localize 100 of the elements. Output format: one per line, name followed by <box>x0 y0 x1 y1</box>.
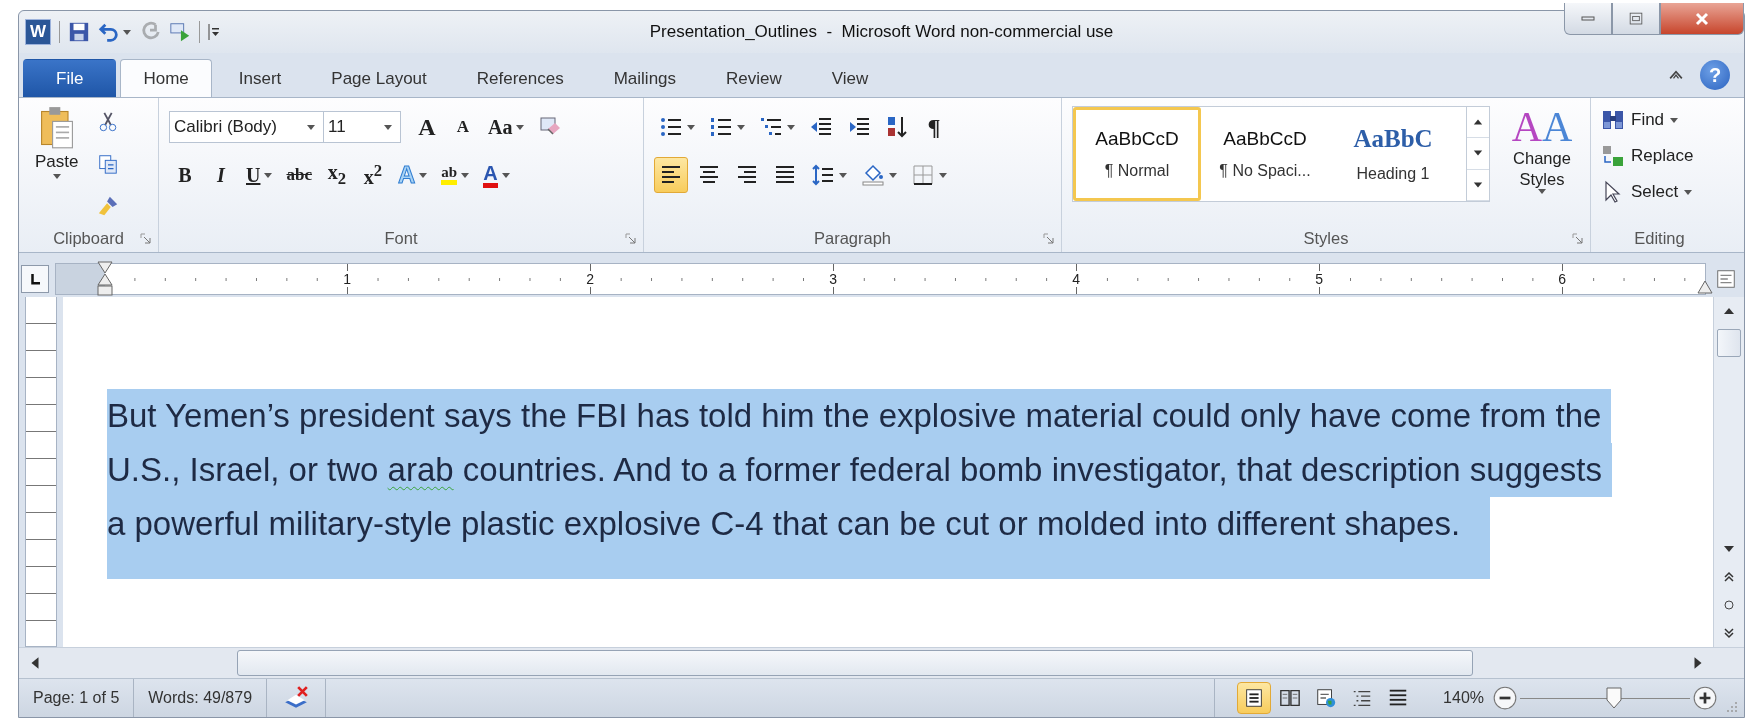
caret-icon <box>1670 117 1679 123</box>
zoom-level[interactable]: 140% <box>1443 689 1484 707</box>
double-down-arrow-icon <box>1723 627 1735 639</box>
resize-grip-icon <box>1726 701 1738 713</box>
replace-button[interactable]: Replace <box>1601 140 1728 172</box>
clipboard-icon <box>38 106 75 150</box>
scroll-thumb[interactable] <box>1717 329 1741 357</box>
caret-icon <box>384 124 392 130</box>
caret-icon <box>264 172 273 178</box>
file-tab[interactable]: File <box>23 59 117 97</box>
dialog-launcher-icon[interactable] <box>140 233 152 245</box>
ribbon-tab[interactable]: Page Layout <box>308 59 450 97</box>
italic-button[interactable]: I <box>205 157 237 193</box>
font-color-button[interactable]: A <box>478 157 515 193</box>
font-size-field[interactable]: 11 <box>323 111 401 143</box>
ruler-toggle-icon <box>1715 268 1737 290</box>
copy-icon <box>97 153 120 175</box>
dialog-launcher-icon[interactable] <box>625 233 637 245</box>
minus-icon <box>1492 685 1518 711</box>
right-indent-icon[interactable] <box>1697 280 1713 294</box>
caret-icon <box>419 172 428 178</box>
style-item[interactable]: AaBbCcD ¶ No Spaci... <box>1201 107 1329 201</box>
ribbon-tab[interactable]: Home <box>120 59 212 97</box>
tab-selector-button[interactable] <box>21 265 49 293</box>
customize-icon <box>208 22 220 42</box>
scroll-thumb[interactable] <box>237 650 1473 676</box>
circle-icon <box>1723 599 1735 611</box>
caret-icon <box>687 124 695 130</box>
caret-icon <box>737 124 745 130</box>
highlight-button[interactable]: ab <box>436 157 475 193</box>
plus-icon <box>1692 685 1718 711</box>
select-button[interactable]: Select <box>1601 176 1728 208</box>
caret-icon <box>516 124 525 130</box>
caret-icon <box>1538 189 1546 195</box>
replace-icon <box>1601 144 1625 168</box>
double-up-arrow-icon <box>1723 571 1735 583</box>
sort-icon <box>885 115 909 139</box>
line-spacing-icon <box>811 163 835 187</box>
show-marks-button[interactable]: ¶ <box>918 109 950 145</box>
strikethrough-button[interactable]: abc <box>281 157 317 193</box>
minimize-button[interactable] <box>1564 3 1612 35</box>
zoom-out-button[interactable] <box>1492 685 1518 711</box>
caret-icon <box>123 29 131 35</box>
change-case-button[interactable]: Aa <box>483 109 530 145</box>
word-logo: W <box>25 19 51 45</box>
font-name-field[interactable]: Calibri (Body) <box>169 111 324 143</box>
subscript-button[interactable]: x$_{2}$ <box>320 157 353 193</box>
minimize-icon <box>1581 16 1595 21</box>
undo-icon <box>98 21 120 43</box>
open-book-icon <box>1279 687 1302 709</box>
binoculars-icon <box>1601 108 1625 132</box>
grow-font-button[interactable]: A <box>411 109 443 145</box>
slider-thumb <box>1605 687 1622 709</box>
caret-icon <box>787 124 795 130</box>
change-styles-button[interactable]: AA Change Styles <box>1494 106 1590 224</box>
dialog-launcher-icon[interactable] <box>1043 233 1055 245</box>
caret-icon <box>501 172 510 178</box>
word-count[interactable]: Words: 49/879 <box>134 679 268 717</box>
close-button[interactable] <box>1660 3 1744 35</box>
ribbon-tab[interactable]: References <box>453 59 587 97</box>
page-count[interactable]: Page: 1 of 5 <box>19 679 135 717</box>
style-item[interactable]: AaBbCcD ¶ Normal <box>1073 107 1201 201</box>
speech-bubble-icon <box>169 21 191 43</box>
save-button[interactable] <box>68 21 90 43</box>
caret-icon <box>839 172 847 178</box>
caret-icon <box>461 172 470 178</box>
find-button[interactable]: Find <box>1601 104 1728 136</box>
send-button[interactable] <box>169 21 191 43</box>
print-layout-button[interactable] <box>1237 682 1272 714</box>
ribbon-tab[interactable]: Insert <box>215 59 305 97</box>
brush-icon <box>97 195 120 217</box>
caret-icon <box>939 172 947 178</box>
bold-button[interactable]: B <box>169 157 201 193</box>
align-left-button[interactable] <box>654 157 688 193</box>
caret-icon <box>889 172 897 178</box>
group-label: Clipboard <box>53 228 124 248</box>
paint-bucket-icon <box>861 163 885 187</box>
superscript-button[interactable]: x$^{2}$ <box>356 157 389 193</box>
paste-button[interactable]: Paste <box>31 104 83 224</box>
window-title: Presentation_Outlines - Microsoft Word non-commercial use <box>649 22 1114 42</box>
ribbon-tab[interactable]: View <box>808 59 892 97</box>
style-item[interactable]: AaBbC Heading 1 <box>1329 107 1457 201</box>
numbered-list-icon <box>709 115 733 139</box>
caret-icon <box>307 124 315 130</box>
ribbon-tab[interactable]: Mailings <box>590 59 700 97</box>
shrink-font-button[interactable]: A <box>447 109 479 145</box>
underline-button[interactable]: U <box>241 157 278 193</box>
ribbon-tab[interactable]: Review <box>703 59 805 97</box>
bullet-list-icon <box>659 115 683 139</box>
dialog-launcher-icon[interactable] <box>1572 233 1584 245</box>
up-arrow-icon <box>1473 117 1483 128</box>
caret-icon <box>52 174 61 179</box>
maximize-button[interactable] <box>1612 3 1660 35</box>
indent-marker-icon[interactable] <box>97 261 113 297</box>
undo-button[interactable] <box>98 21 131 43</box>
caret-icon <box>1684 189 1693 195</box>
zoom-in-button[interactable] <box>1692 685 1718 711</box>
document-paragraph: But Yemen’s president says the FBI has told him the explosive material could only have come from the U.S., Israel, or two arab countries. And to a former federal bomb investigator, that description suggests a powerful military-style plastic explosive C-4 that can be cut or molded into different shapes. <box>107 389 1713 579</box>
border-grid-icon <box>911 163 935 187</box>
group-label: Font <box>384 228 418 248</box>
